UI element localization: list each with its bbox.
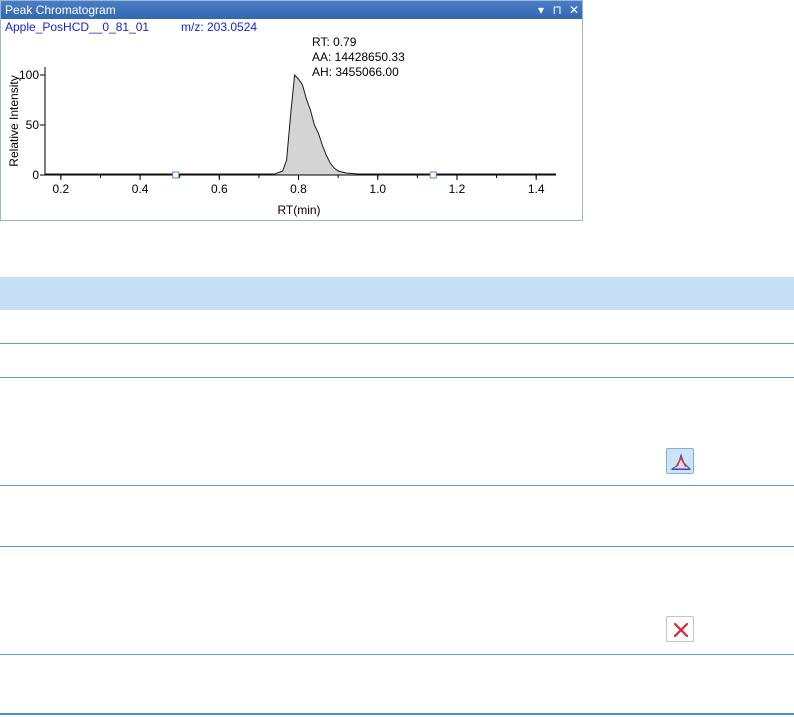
table-header [0,277,794,310]
y-tick-group: 0 50 100 [19,68,45,182]
y-tick-label: 50 [26,118,40,132]
table-row[interactable] [0,378,794,485]
x-tick-label: 0.4 [132,182,149,196]
chromatogram-chart[interactable]: Apple_PosHCD__0_81_01 m/z: 203.0524 0.2 0… [1,19,582,220]
peak-area-fill [274,75,358,175]
ah-annotation: AH: 3455066.00 [312,65,399,79]
table-row[interactable] [0,310,794,343]
y-tick-label: 0 [32,168,39,182]
x-tick-label: 1.0 [369,182,386,196]
x-tick-label: 0.8 [290,182,307,196]
peak-view-button[interactable] [666,448,694,474]
table-row[interactable] [0,344,794,377]
table-row[interactable] [0,486,794,546]
peak-boundary-marker[interactable] [429,171,437,179]
table-bottom-border [0,713,794,715]
table-row[interactable] [0,547,794,654]
x-tick-group: 0.2 0.4 0.6 0.8 1.0 1.2 1.4 [53,175,545,196]
x-axis-label: RT(min) [277,203,320,217]
x-tick-label: 1.2 [449,182,466,196]
panel-title: Peak Chromatogram [5,3,116,17]
mz-label: m/z: 203.0524 [181,20,257,34]
pin-icon[interactable]: ⊓ [550,1,564,19]
y-tick-label: 100 [19,68,39,82]
dropdown-arrow-icon[interactable]: ▾ [534,1,548,19]
rt-annotation: RT: 0.79 [312,35,357,49]
plot-area [45,73,556,175]
delete-icon [673,622,689,638]
x-tick-label: 0.6 [211,182,228,196]
peak-boundary-marker[interactable] [172,171,180,179]
peak-chromatogram-panel: Peak Chromatogram ▾ ⊓ ✕ Apple_PosHCD__0_… [0,0,583,221]
delete-button[interactable] [666,616,694,642]
peak-icon [670,453,692,470]
panel-titlebar[interactable]: Peak Chromatogram ▾ ⊓ ✕ [1,1,582,19]
sample-label: Apple_PosHCD__0_81_01 [5,20,149,34]
close-icon[interactable]: ✕ [567,1,581,19]
y-axis-label: Relative Intensity [7,75,21,166]
aa-annotation: AA: 14428650.33 [312,50,405,64]
x-tick-label: 1.4 [528,182,545,196]
table-row[interactable] [0,655,794,713]
x-tick-label: 0.2 [53,182,70,196]
